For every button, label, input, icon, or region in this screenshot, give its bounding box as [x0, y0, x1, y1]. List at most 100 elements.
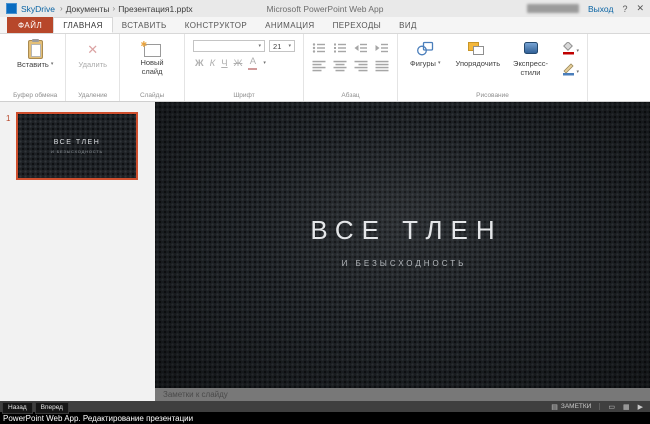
back-button[interactable]: Назад [2, 402, 33, 414]
user-name-blurred [527, 4, 579, 13]
shapes-button[interactable]: Фигуры ▾ [406, 40, 444, 70]
thumbnail-subtitle-text: И БЕЗЫСХОДНОСТЬ [51, 148, 103, 154]
slideshow-button[interactable]: ▶ [638, 403, 643, 411]
ribbon-tab-bar: ФАЙЛ ГЛАВНАЯ ВСТАВИТЬ КОНСТРУКТОР АНИМАЦ… [0, 17, 650, 34]
align-left-button[interactable] [312, 60, 326, 72]
top-bar: SkyDrive › Документы › Презентация1.pptx… [0, 0, 650, 17]
tab-file[interactable]: ФАЙЛ [7, 17, 54, 33]
font-group-label: Шрифт [233, 92, 255, 99]
slide-subtitle-textbox[interactable]: И БЕЗЫСХОДНОСТЬ [339, 259, 467, 268]
align-center-button[interactable] [333, 60, 347, 72]
slide-thumbnail-panel: 1 ВСЕ ТЛЕН И БЕЗЫСХОДНОСТЬ [0, 102, 155, 401]
sign-out-link[interactable]: Выход [588, 4, 613, 14]
drawing-group: Фигуры ▾ Упорядочить Экспресс-стили ▾ ▾ … [398, 34, 589, 101]
justify-button[interactable] [375, 60, 389, 72]
delete-button[interactable]: ✕ Удалить [74, 39, 111, 71]
chevron-down-icon: ▾ [263, 60, 266, 67]
strikethrough-button[interactable]: Ж [234, 58, 243, 69]
font-size-value: 21 [273, 41, 282, 51]
clipboard-group: Вставить ▾ Буфер обмена [5, 34, 67, 101]
tab-view[interactable]: ВИД [390, 17, 426, 33]
normal-view-button[interactable]: ▭ [608, 403, 615, 411]
new-slide-button[interactable]: ✱ Новый слайд [128, 39, 176, 77]
notes-icon: ▤ [551, 403, 558, 411]
tutorial-nav: Назад Вперед [2, 402, 69, 414]
paste-icon [27, 39, 43, 59]
new-slide-star-icon: ✱ [140, 40, 148, 49]
font-color-button[interactable]: А [248, 57, 258, 70]
shapes-icon [416, 41, 434, 58]
grid-view-button[interactable]: ▦ [623, 403, 630, 411]
help-icon[interactable]: ? [622, 4, 627, 14]
close-icon[interactable]: ✕ [636, 3, 644, 14]
chevron-down-icon: ▾ [288, 43, 292, 49]
slide-thumbnail-selected[interactable]: ВСЕ ТЛЕН И БЕЗЫСХОДНОСТЬ [16, 112, 138, 180]
thumbnail-title-text: ВСЕ ТЛЕН [53, 138, 101, 146]
breadcrumb-documents[interactable]: Документы [66, 4, 110, 14]
powerpoint-web-app: SkyDrive › Документы › Презентация1.pptx… [0, 0, 650, 424]
tab-design[interactable]: КОНСТРУКТОР [176, 17, 256, 33]
delete-icon: ✕ [87, 42, 99, 57]
caption-text: PowerPoint Web App. Редактирование презе… [3, 413, 194, 423]
shape-fill-icon [562, 41, 575, 60]
chevron-down-icon: ▾ [258, 43, 262, 49]
shape-outline-button[interactable]: ▾ [562, 63, 580, 81]
arrange-button[interactable]: Упорядочить [452, 40, 500, 70]
breadcrumb-filename[interactable]: Презентация1.pptx [118, 4, 193, 14]
shape-fill-button[interactable]: ▾ [562, 41, 580, 60]
italic-button[interactable]: К [210, 58, 216, 69]
slide-title-textbox[interactable]: ВСЕ ТЛЕН [302, 215, 502, 246]
clipboard-group-label: Буфер обмена [13, 92, 58, 99]
paste-label: Вставить [17, 60, 49, 69]
increase-indent-button[interactable] [375, 42, 389, 54]
arrange-label: Упорядочить [455, 59, 501, 68]
slide-text-block: ВСЕ ТЛЕН И БЕЗЫСХОДНОСТЬ [155, 102, 650, 384]
deletion-group: ✕ Удалить Удаление [66, 34, 121, 101]
slides-group-label: Слайды [139, 92, 165, 99]
font-name-combobox[interactable]: ▾ [193, 40, 266, 52]
font-size-combobox[interactable]: 21 ▾ [269, 40, 296, 52]
quick-styles-label: Экспресс-стили [513, 59, 548, 77]
slide-number: 1 [6, 114, 11, 123]
skydrive-logo-icon [6, 3, 17, 14]
paragraph-group: Абзац [304, 34, 399, 101]
paragraph-group-label: Абзац [341, 92, 360, 99]
paste-button[interactable]: Вставить ▾ [13, 39, 57, 71]
underline-button[interactable]: Ч [221, 58, 227, 69]
skydrive-link[interactable]: SkyDrive [21, 4, 55, 14]
status-divider [599, 403, 601, 410]
numbering-button[interactable] [333, 42, 347, 54]
tab-insert[interactable]: ВСТАВИТЬ [113, 17, 176, 33]
quick-styles-icon [522, 41, 540, 58]
tab-transitions[interactable]: ПЕРЕХОДЫ [324, 17, 391, 33]
notes-toggle-button[interactable]: ▤ ЗАМЕТКИ [551, 403, 591, 411]
arrange-icon [467, 41, 485, 58]
top-bar-right: Выход ? ✕ [527, 3, 644, 14]
ribbon: Вставить ▾ Буфер обмена ✕ Удалить Удален… [0, 34, 650, 102]
tab-animations[interactable]: АНИМАЦИЯ [256, 17, 324, 33]
delete-label: Удалить [78, 60, 108, 69]
chevron-down-icon: ▾ [576, 69, 580, 75]
bullets-button[interactable] [312, 42, 326, 54]
notes-placeholder: Заметки к слайду [163, 390, 228, 399]
bold-button[interactable]: Ж [195, 58, 204, 69]
slide-canvas[interactable]: ВСЕ ТЛЕН И БЕЗЫСХОДНОСТЬ [155, 102, 650, 388]
app-title: Microsoft PowerPoint Web App [266, 3, 384, 14]
drawing-group-label: Рисование [476, 92, 509, 99]
align-right-button[interactable] [354, 60, 368, 72]
decrease-indent-button[interactable] [354, 42, 368, 54]
font-color-swatch [248, 67, 258, 70]
tab-home[interactable]: ГЛАВНАЯ [53, 17, 113, 33]
notes-pane[interactable]: Заметки к слайду [155, 388, 650, 401]
notes-toggle-label: ЗАМЕТКИ [560, 403, 592, 410]
forward-button[interactable]: Вперед [34, 402, 69, 414]
new-slide-label: Новый слайд [140, 58, 164, 76]
chevron-down-icon: ▾ [50, 61, 54, 68]
font-group: ▾ 21 ▾ Ж К Ч Ж А ▾ Шрифт [185, 34, 305, 101]
breadcrumb-separator: › [112, 4, 116, 13]
quick-styles-button[interactable]: Экспресс-стили [507, 40, 555, 78]
caption-bar: PowerPoint Web App. Редактирование презе… [0, 412, 650, 424]
shapes-label: Фигуры [410, 59, 436, 68]
chevron-down-icon: ▾ [576, 48, 580, 54]
chevron-down-icon: ▾ [438, 60, 441, 67]
